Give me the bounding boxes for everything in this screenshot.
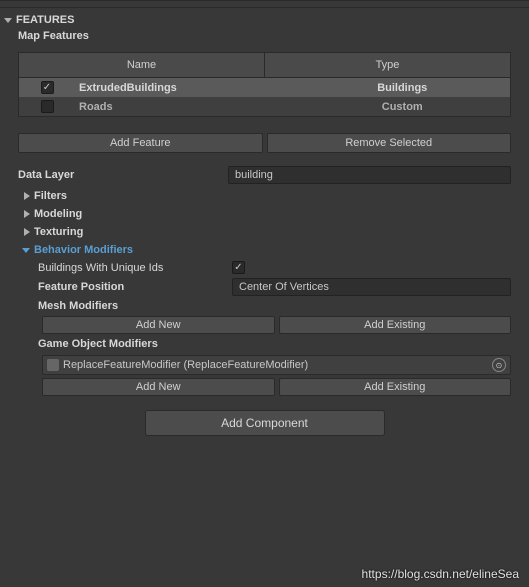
row-name: ExtrudedBuildings (75, 82, 295, 94)
table-header: Name Type (19, 53, 510, 78)
gameobject-add-new-button[interactable]: Add New (42, 378, 275, 396)
modeling-label: Modeling (34, 208, 82, 220)
watermark: https://blog.csdn.net/elineSea (362, 567, 519, 581)
section-title: FEATURES (16, 14, 74, 26)
modifier-object-text: ReplaceFeatureModifier (ReplaceFeatureMo… (63, 359, 492, 371)
object-picker-icon[interactable]: ⊙ (492, 358, 506, 372)
features-table: Name Type ✓ ExtrudedBuildings Buildings … (18, 52, 511, 117)
row-name: Roads (75, 101, 295, 113)
filters-label: Filters (34, 190, 67, 202)
table-row[interactable]: Roads Custom (19, 97, 510, 116)
data-layer-dropdown[interactable]: building (228, 166, 511, 184)
feature-position-dropdown[interactable]: Center Of Vertices (232, 278, 511, 296)
mesh-add-new-button[interactable]: Add New (42, 316, 275, 334)
foldout-down-icon (22, 248, 30, 253)
mesh-add-existing-button[interactable]: Add Existing (279, 316, 512, 334)
feature-position-label: Feature Position (38, 281, 232, 293)
foldout-down-icon (4, 18, 12, 23)
modeling-foldout[interactable]: Modeling (0, 205, 529, 223)
foldout-right-icon (24, 228, 30, 236)
features-header[interactable]: FEATURES (0, 8, 529, 28)
unique-ids-label: Buildings With Unique Ids (38, 262, 232, 274)
data-layer-label: Data Layer (18, 169, 228, 181)
gameobject-modifiers-label: Game Object Modifiers (38, 338, 232, 350)
th-type[interactable]: Type (265, 53, 510, 77)
row-checkbox[interactable]: ✓ (41, 81, 54, 94)
row-checkbox[interactable] (41, 100, 54, 113)
texturing-label: Texturing (34, 226, 83, 238)
foldout-right-icon (24, 210, 30, 218)
row-type: Buildings (295, 82, 511, 94)
table-row[interactable]: ✓ ExtrudedBuildings Buildings (19, 78, 510, 97)
row-type: Custom (295, 101, 511, 113)
map-features-subtitle: Map Features (0, 28, 529, 48)
add-feature-button[interactable]: Add Feature (18, 133, 263, 153)
remove-selected-button[interactable]: Remove Selected (267, 133, 512, 153)
filters-foldout[interactable]: Filters (0, 187, 529, 205)
unique-ids-checkbox[interactable]: ✓ (232, 261, 245, 274)
gameobject-add-existing-button[interactable]: Add Existing (279, 378, 512, 396)
mesh-modifiers-label: Mesh Modifiers (38, 300, 232, 312)
scriptable-object-icon (47, 359, 59, 371)
add-component-button[interactable]: Add Component (145, 410, 385, 436)
th-name[interactable]: Name (19, 53, 265, 77)
modifier-object-field[interactable]: ReplaceFeatureModifier (ReplaceFeatureMo… (42, 355, 511, 375)
texturing-foldout[interactable]: Texturing (0, 223, 529, 241)
behavior-label: Behavior Modifiers (34, 244, 133, 256)
behavior-foldout[interactable]: Behavior Modifiers (0, 241, 529, 259)
foldout-right-icon (24, 192, 30, 200)
